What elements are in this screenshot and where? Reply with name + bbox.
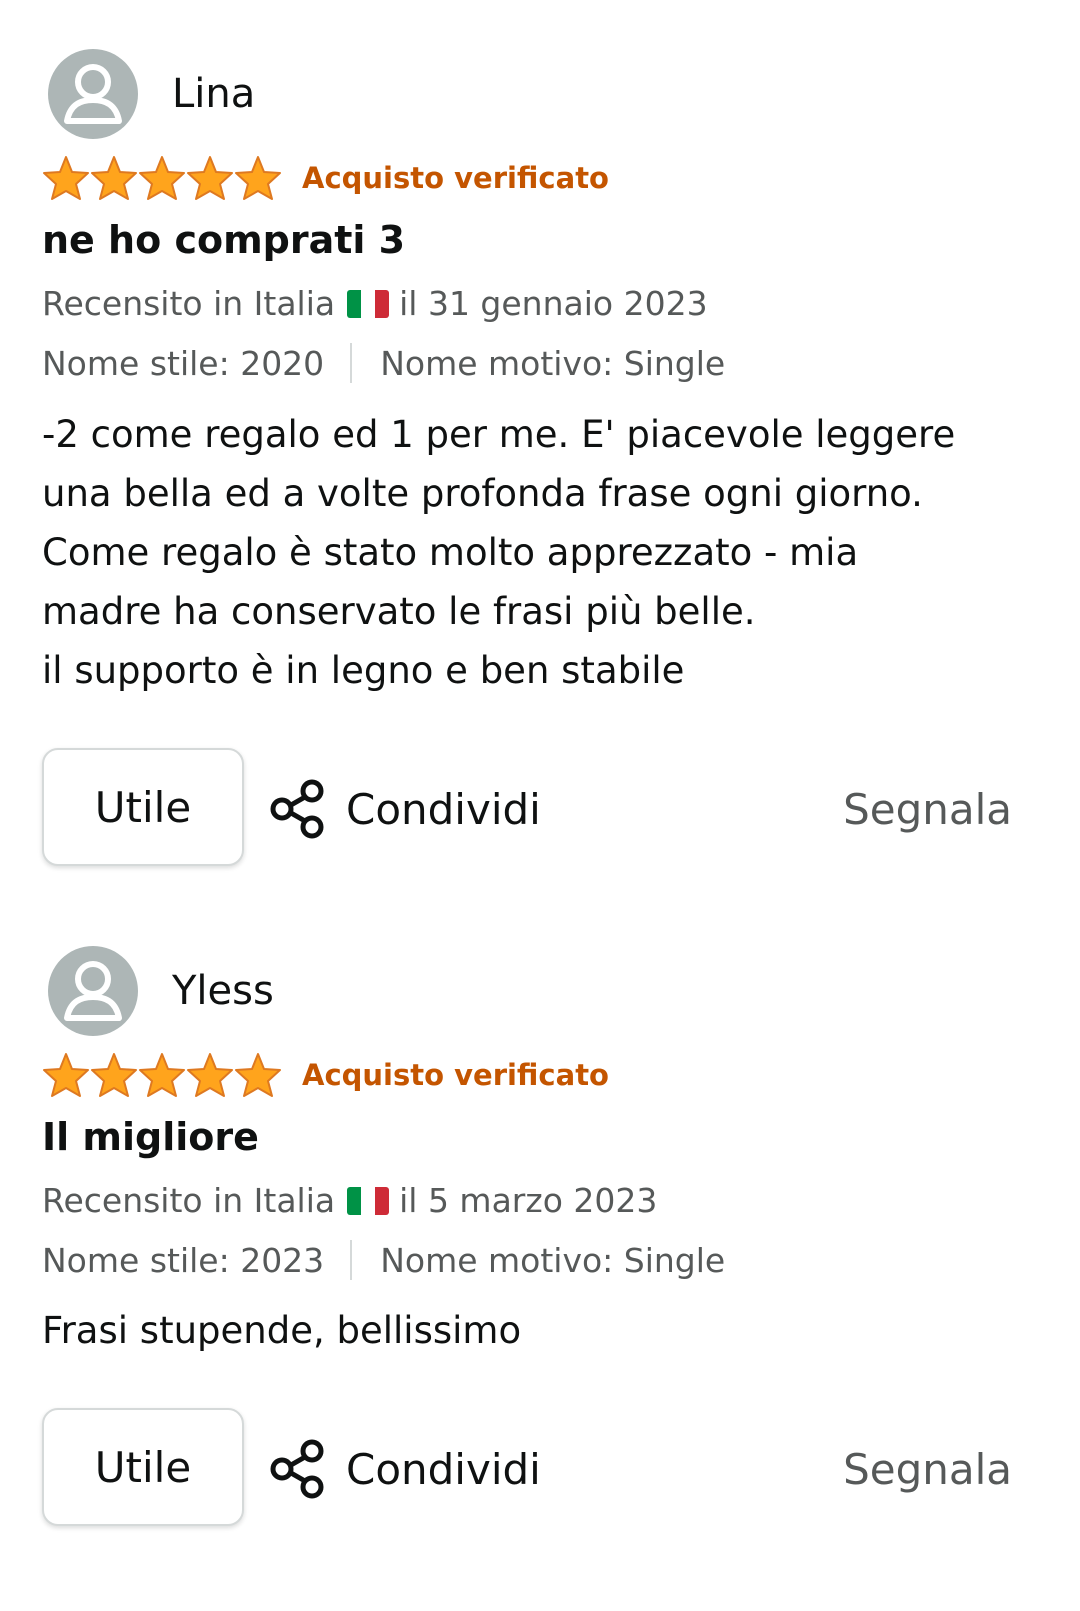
- verified-purchase-badge: Acquisto verificato: [302, 1058, 609, 1092]
- review-body-line: Come regalo è stato molto apprezzato - m…: [42, 531, 859, 574]
- review-actions: Utile Condividi Segnala: [42, 748, 1012, 870]
- share-icon: [270, 779, 324, 839]
- star-filled-icon: [43, 156, 89, 200]
- star-filled-icon: [91, 1053, 137, 1097]
- review-body-line: una bella ed a volte profonda frase ogni…: [42, 472, 923, 515]
- rating-row[interactable]: Acquisto verificato: [42, 153, 609, 203]
- avatar: [48, 49, 138, 139]
- star-filled-icon: [235, 1053, 281, 1097]
- helpful-button[interactable]: Utile: [42, 748, 244, 866]
- reviewer-row[interactable]: Lina: [48, 49, 255, 139]
- reviewer-name: Yless: [172, 968, 274, 1014]
- star-rating: [42, 1052, 282, 1098]
- reviewer-name: Lina: [172, 71, 256, 117]
- share-label: Condividi: [346, 1444, 541, 1494]
- product-variant[interactable]: Nome stile: 2020 Nome motivo: Single: [42, 343, 725, 383]
- share-icon: [270, 1439, 324, 1499]
- report-link[interactable]: Segnala: [843, 748, 1012, 870]
- pattern-name: Nome motivo: Single: [380, 1240, 726, 1280]
- share-button[interactable]: Condividi: [268, 748, 541, 870]
- reviewer-row[interactable]: Yless: [48, 946, 274, 1036]
- star-filled-icon: [43, 1053, 89, 1097]
- review-body-line: Frasi stupende, bellissimo: [42, 1309, 522, 1352]
- rating-row[interactable]: Acquisto verificato: [42, 1050, 609, 1100]
- review-date: il 31 gennaio 2023: [399, 284, 708, 323]
- review-origin-date: Recensito in Italia il 31 gennaio 2023: [42, 284, 708, 323]
- review-body-line: -2 come regalo ed 1 per me. E' piacevole…: [42, 413, 956, 456]
- review-title: ne ho comprati 3: [42, 218, 406, 262]
- verified-purchase-badge: Acquisto verificato: [302, 161, 609, 195]
- star-filled-icon: [139, 156, 185, 200]
- avatar: [48, 946, 138, 1036]
- star-filled-icon: [187, 156, 233, 200]
- user-icon: [64, 961, 122, 1021]
- review-body-line: il supporto è in legno e ben stabile: [42, 649, 685, 692]
- review-origin-date: Recensito in Italia il 5 marzo 2023: [42, 1181, 657, 1220]
- divider: [350, 1240, 353, 1280]
- divider: [350, 343, 353, 383]
- share-label: Condividi: [346, 784, 541, 834]
- report-link[interactable]: Segnala: [843, 1408, 1012, 1530]
- review-actions: Utile Condividi Segnala: [42, 1408, 1012, 1530]
- star-filled-icon: [235, 156, 281, 200]
- star-filled-icon: [187, 1053, 233, 1097]
- style-name: Nome stile: 2023: [42, 1240, 325, 1280]
- review-body-line: madre ha conservato le frasi più belle.: [42, 590, 756, 633]
- review-title: Il migliore: [42, 1115, 259, 1159]
- star-filled-icon: [91, 156, 137, 200]
- star-filled-icon: [139, 1053, 185, 1097]
- italy-flag-icon: [347, 289, 390, 318]
- pattern-name: Nome motivo: Single: [380, 343, 726, 383]
- italy-flag-icon: [347, 1186, 390, 1215]
- review-country: Recensito in Italia: [42, 284, 336, 323]
- product-variant[interactable]: Nome stile: 2023 Nome motivo: Single: [42, 1240, 725, 1280]
- helpful-button[interactable]: Utile: [42, 1408, 244, 1526]
- share-button[interactable]: Condividi: [268, 1408, 541, 1530]
- style-name: Nome stile: 2020: [42, 343, 325, 383]
- review-body: Frasi stupende, bellissimo: [42, 1301, 1042, 1360]
- star-rating: [42, 155, 282, 201]
- review-body: -2 come regalo ed 1 per me. E' piacevole…: [42, 405, 1042, 700]
- review-date: il 5 marzo 2023: [399, 1181, 658, 1220]
- user-icon: [64, 64, 122, 124]
- review-country: Recensito in Italia: [42, 1181, 336, 1220]
